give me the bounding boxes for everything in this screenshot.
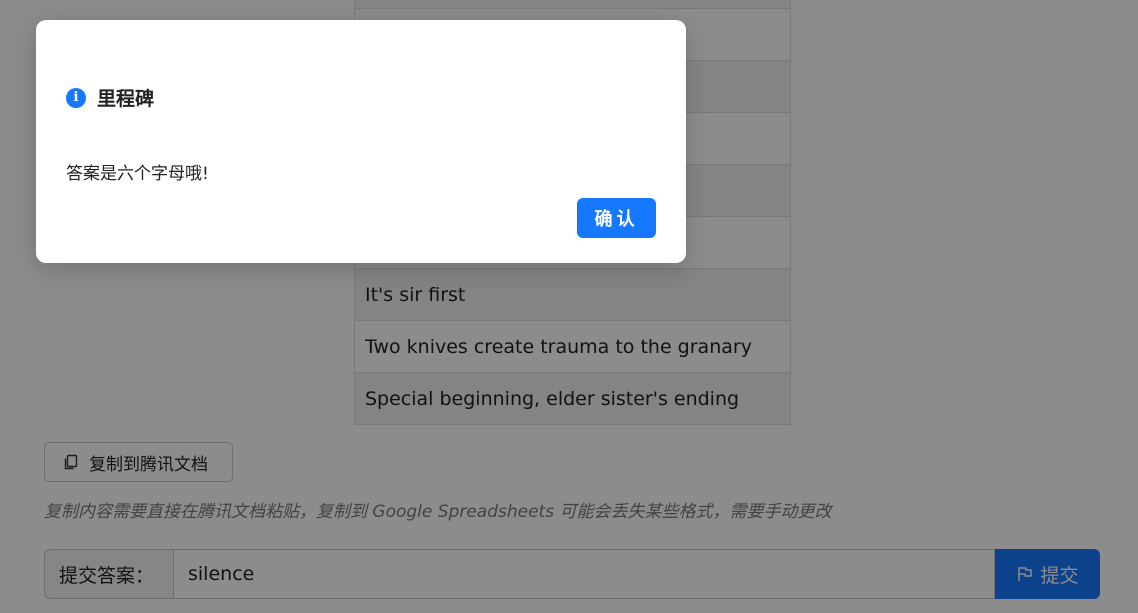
modal-title-text: 里程碑 — [97, 88, 155, 110]
confirm-button[interactable]: 确认 — [577, 198, 656, 238]
info-icon: i — [66, 87, 86, 108]
milestone-modal: i 里程碑 答案是六个字母哦! 确认 — [36, 20, 686, 263]
modal-message: 答案是六个字母哦! — [66, 164, 209, 184]
modal-title: i 里程碑 — [66, 84, 154, 111]
